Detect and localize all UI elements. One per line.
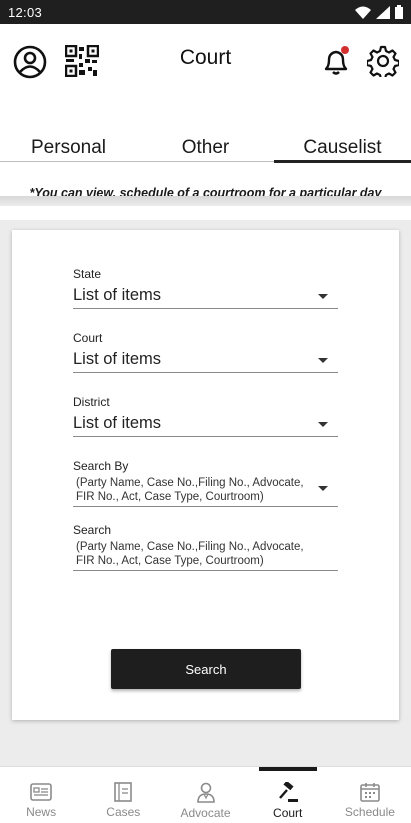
tab-other[interactable]: Other [137, 134, 274, 164]
state-dropdown[interactable]: State List of items [73, 267, 338, 309]
chevron-down-icon [318, 486, 328, 491]
settings-button[interactable] [366, 44, 400, 78]
bell-icon [324, 46, 349, 75]
search-by-hint: (Party Name, Case No.,Filing No., Advoca… [76, 477, 304, 503]
wifi-icon [355, 6, 371, 19]
nav-schedule[interactable]: Schedule [329, 767, 411, 823]
gear-icon [367, 45, 399, 77]
district-label: District [73, 395, 110, 409]
status-time: 12:03 [8, 5, 43, 20]
search-by-label: Search By [73, 459, 129, 473]
state-value: List of items [73, 286, 162, 304]
nav-schedule-label: Schedule [344, 805, 395, 819]
chevron-down-icon [318, 422, 328, 427]
battery-icon [395, 5, 403, 19]
court-label: Court [73, 331, 103, 345]
app-header: Court Personal Other Causelist *You can … [0, 24, 411, 220]
status-icons [355, 5, 403, 19]
nav-news-label: News [26, 805, 57, 819]
status-bar: 12:03 [0, 0, 411, 24]
tab-personal[interactable]: Personal [0, 134, 137, 164]
header-shadow [0, 196, 411, 206]
court-dropdown[interactable]: Court List of items [73, 331, 338, 373]
court-value: List of items [73, 350, 162, 368]
nav-advocate[interactable]: Advocate [164, 767, 246, 823]
district-value: List of items [73, 414, 162, 432]
chevron-down-icon [318, 294, 328, 299]
advocate-icon [196, 782, 215, 803]
nav-cases[interactable]: Cases [82, 767, 164, 823]
state-label: State [73, 267, 102, 281]
nav-cases-label: Cases [106, 805, 141, 819]
chevron-down-icon [318, 358, 328, 363]
notifications-button[interactable] [318, 44, 354, 78]
search-button[interactable]: Search [111, 649, 301, 689]
search-input[interactable]: Search (Party Name, Case No.,Filing No.,… [73, 523, 338, 571]
signal-icon [376, 5, 390, 19]
nav-news[interactable]: News [0, 767, 82, 823]
nav-court[interactable]: Court [247, 767, 329, 823]
district-dropdown[interactable]: District List of items [73, 395, 338, 437]
active-tab-indicator [274, 160, 411, 163]
search-hint: (Party Name, Case No.,Filing No., Advoca… [76, 541, 304, 567]
nav-advocate-label: Advocate [180, 806, 231, 820]
news-icon [30, 783, 52, 801]
search-form-card: State List of items Court List of items … [12, 230, 399, 720]
nav-court-label: Court [273, 806, 303, 820]
search-label: Search [73, 523, 112, 537]
active-nav-indicator [258, 767, 317, 771]
cases-icon [114, 782, 133, 802]
search-by-dropdown[interactable]: Search By (Party Name, Case No.,Filing N… [73, 459, 338, 507]
bottom-navigation: News Cases Advocate Court Schedule [0, 766, 411, 823]
calendar-icon [360, 783, 380, 802]
gavel-icon [278, 782, 298, 802]
